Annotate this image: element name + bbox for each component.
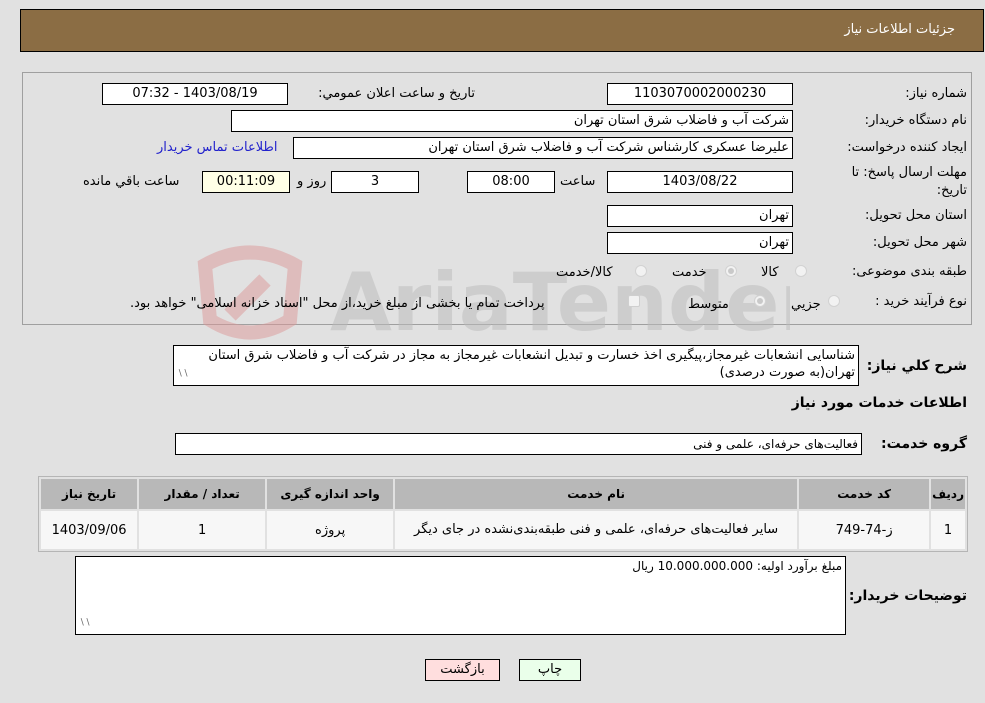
deadline-date-field: 1403/08/22 xyxy=(607,171,793,193)
cell-need-date: 1403/09/06 xyxy=(41,511,138,549)
treasury-checkbox[interactable] xyxy=(628,295,640,307)
time-remaining-field: 00:11:09 xyxy=(202,171,290,193)
category-label: طبقه بندی موضوعی: xyxy=(851,264,967,279)
category-option-service: خدمت xyxy=(672,265,707,280)
process-radio-minor[interactable] xyxy=(828,295,840,307)
table-header-row: ردیف کد خدمت نام خدمت واحد اندازه گیری ت… xyxy=(41,479,965,509)
category-option-goods: کالا xyxy=(761,265,779,280)
col-header-quantity: تعداد / مقدار xyxy=(139,479,266,509)
category-radio-service[interactable] xyxy=(725,265,737,277)
buyer-notes-textarea[interactable]: مبلغ برآورد اولیه: 10.000.000.000 ریال ∖… xyxy=(75,556,846,635)
services-table: ردیف کد خدمت نام خدمت واحد اندازه گیری ت… xyxy=(38,476,968,552)
time-remaining-label: ساعت باقي مانده xyxy=(83,174,180,189)
announce-datetime-field: 1403/08/19 - 07:32 xyxy=(102,83,288,105)
category-radio-goods-service[interactable] xyxy=(635,265,647,277)
buyer-org-field: شرکت آب و فاضلاب شرق استان تهران xyxy=(231,110,793,132)
col-header-service-code: کد خدمت xyxy=(799,479,930,509)
deadline-time-label: ساعت xyxy=(560,174,596,189)
process-label: نوع فرآیند خرید : xyxy=(875,294,967,309)
print-button[interactable]: چاپ xyxy=(519,659,581,681)
process-option-minor: جزيي xyxy=(791,297,821,312)
table-row: 1 ز-74-749 سایر فعالیت‌های حرفه‌ای، علمی… xyxy=(41,511,965,549)
buyer-org-label: نام دستگاه خریدار: xyxy=(864,113,967,128)
buyer-contact-link[interactable]: اطلاعات تماس خریدار xyxy=(157,140,277,155)
announce-label: تاریخ و ساعت اعلان عمومي: xyxy=(318,86,475,101)
creator-label: ایجاد کننده درخواست: xyxy=(847,140,967,155)
col-header-unit: واحد اندازه گیری xyxy=(267,479,394,509)
cell-quantity: 1 xyxy=(139,511,266,549)
deadline-label: مهلت ارسال پاسخ: تا تاریخ: xyxy=(851,165,967,198)
cell-row-number: 1 xyxy=(931,511,965,549)
resize-handle-icon[interactable]: ∖∖ xyxy=(177,366,188,383)
page-header: جزئیات اطلاعات نیاز xyxy=(20,9,984,52)
province-label: استان محل تحویل: xyxy=(865,208,967,223)
resize-handle-icon[interactable]: ∖∖ xyxy=(79,615,90,632)
back-button[interactable]: بازگشت xyxy=(425,659,500,681)
cell-service-code: ز-74-749 xyxy=(799,511,930,549)
col-header-row-number: ردیف xyxy=(931,479,965,509)
category-option-goods-service: کالا/خدمت xyxy=(556,265,613,280)
province-field: تهران xyxy=(607,205,793,227)
creator-field: علیرضا عسکری کارشناس شرکت آب و فاضلاب شر… xyxy=(293,137,793,159)
process-option-medium: متوسط xyxy=(688,297,729,312)
description-label: شرح کلي نياز: xyxy=(866,358,967,374)
days-remaining-field: 3 xyxy=(331,171,419,193)
city-field: تهران xyxy=(607,232,793,254)
description-textarea[interactable]: شناسایی انشعابات غیرمجاز،پیگیری اخذ خسار… xyxy=(173,345,859,386)
days-label: روز و xyxy=(297,174,327,189)
buyer-notes-label: توضیحات خریدار: xyxy=(848,588,967,604)
service-group-field: فعالیت‌های حرفه‌ای، علمی و فنی xyxy=(175,433,862,455)
deadline-time-field: 08:00 xyxy=(467,171,555,193)
buyer-notes-text: مبلغ برآورد اولیه: 10.000.000.000 ریال xyxy=(632,559,842,573)
page-title: جزئیات اطلاعات نیاز xyxy=(844,22,955,37)
services-section-title: اطلاعات خدمات مورد نیاز xyxy=(791,395,967,411)
need-number-field: 1103070002000230 xyxy=(607,83,793,105)
col-header-service-name: نام خدمت xyxy=(395,479,798,509)
service-group-label: گروه خدمت: xyxy=(881,436,967,452)
need-number-label: شماره نیاز: xyxy=(905,86,967,101)
col-header-need-date: تاریخ نیاز xyxy=(41,479,138,509)
city-label: شهر محل تحویل: xyxy=(872,235,967,250)
cell-service-name: سایر فعالیت‌های حرفه‌ای، علمی و فنی طبقه… xyxy=(395,511,798,549)
cell-unit: پروژه xyxy=(267,511,394,549)
process-radio-medium[interactable] xyxy=(754,295,766,307)
description-text: شناسایی انشعابات غیرمجاز،پیگیری اخذ خسار… xyxy=(208,348,855,380)
treasury-note: پرداخت تمام یا بخشی از مبلغ خرید،از محل … xyxy=(130,296,545,311)
category-radio-goods[interactable] xyxy=(795,265,807,277)
